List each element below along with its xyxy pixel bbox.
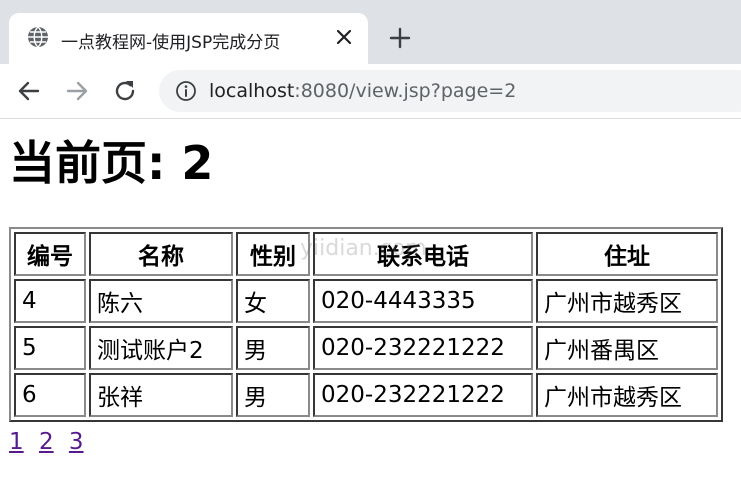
page-link-1[interactable]: 1	[9, 429, 24, 455]
table-cell: 4	[14, 279, 86, 323]
arrow-left-icon[interactable]	[16, 78, 42, 104]
table-cell: 广州番禺区	[536, 326, 718, 370]
column-header: 性别	[236, 232, 310, 276]
address-bar[interactable]: localhost:8080/view.jsp?page=2	[159, 70, 741, 112]
page-link-3[interactable]: 3	[69, 429, 84, 455]
pagination: 1 2 3	[9, 429, 92, 455]
globe-icon	[27, 26, 49, 48]
column-header: 联系电话	[313, 232, 533, 276]
table-row: 6 张祥 男 020-232221222 广州市越秀区	[14, 373, 718, 417]
table-cell: 女	[236, 279, 310, 323]
table-cell: 男	[236, 373, 310, 417]
table-cell: 5	[14, 326, 86, 370]
arrow-right-icon[interactable]	[64, 78, 90, 104]
table-cell: 020-4443335	[313, 279, 533, 323]
table-cell: 广州市越秀区	[536, 373, 718, 417]
table-header-row: 编号 名称 性别 联系电话 住址	[14, 232, 718, 276]
table-cell: 广州市越秀区	[536, 279, 718, 323]
user-table: 编号 名称 性别 联系电话 住址 4 陈六 女 020-4443335 广州市越…	[9, 227, 723, 422]
table-cell: 张祥	[89, 373, 233, 417]
plus-icon[interactable]	[388, 26, 412, 50]
close-icon[interactable]	[334, 27, 354, 47]
table-cell: 020-232221222	[313, 373, 533, 417]
table-cell: 陈六	[89, 279, 233, 323]
table-cell: 020-232221222	[313, 326, 533, 370]
tab-strip: 一点教程网-使用JSP完成分页	[0, 0, 741, 64]
column-header: 住址	[536, 232, 718, 276]
url-path: :8080/view.jsp?page=2	[294, 80, 517, 102]
active-tab[interactable]: 一点教程网-使用JSP完成分页	[9, 13, 368, 64]
url-host: localhost	[209, 80, 295, 102]
page-title: 当前页: 2	[9, 136, 214, 190]
tab-title: 一点教程网-使用JSP完成分页	[61, 33, 281, 53]
reload-icon[interactable]	[112, 78, 138, 104]
column-header: 编号	[14, 232, 86, 276]
page-content: 当前页: 2 编号 名称 性别 联系电话 住址 4 陈六 女 020-44433…	[0, 119, 741, 504]
column-header: 名称	[89, 232, 233, 276]
table-cell: 男	[236, 326, 310, 370]
table-cell: 测试账户2	[89, 326, 233, 370]
table-cell: 6	[14, 373, 86, 417]
browser-toolbar: localhost:8080/view.jsp?page=2	[0, 64, 741, 119]
info-icon[interactable]	[175, 80, 197, 102]
table-row: 5 测试账户2 男 020-232221222 广州番禺区	[14, 326, 718, 370]
table-row: 4 陈六 女 020-4443335 广州市越秀区	[14, 279, 718, 323]
page-link-2[interactable]: 2	[39, 429, 54, 455]
url-text[interactable]: localhost:8080/view.jsp?page=2	[209, 80, 516, 102]
